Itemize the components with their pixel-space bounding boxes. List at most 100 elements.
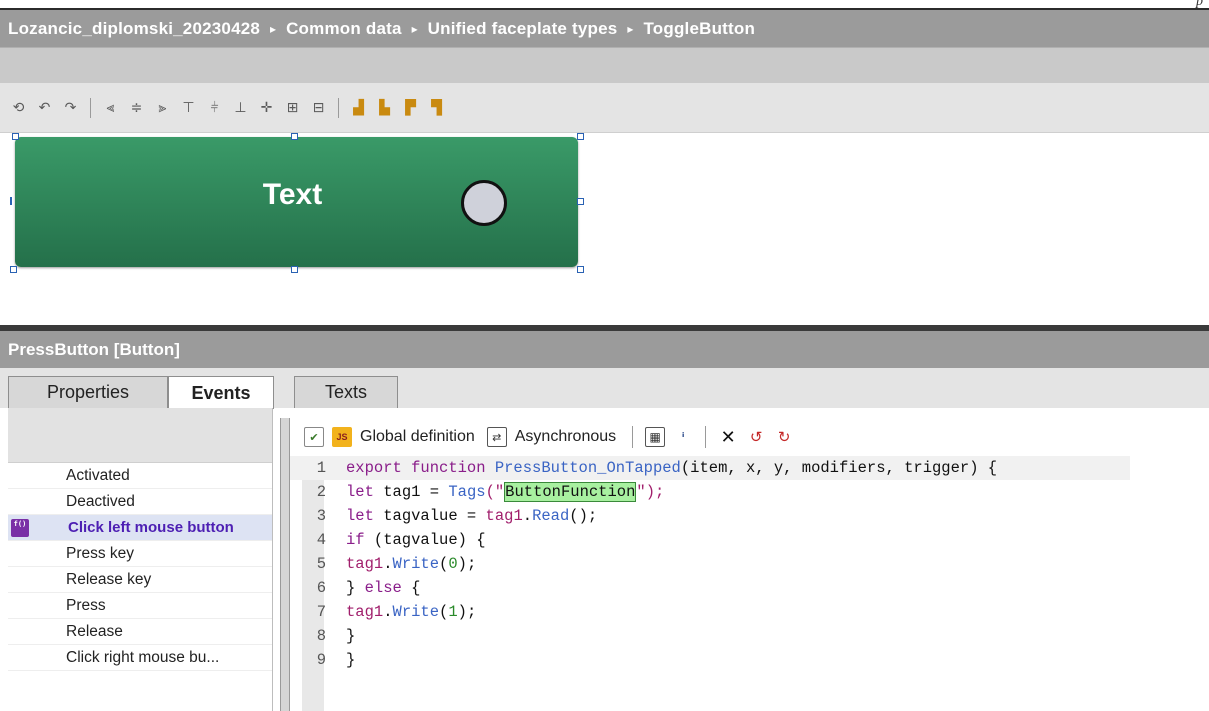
code-line[interactable]: 8 } (290, 624, 356, 648)
event-item-press-key[interactable]: Press key (8, 541, 272, 567)
script-toolbar: ✔ JS Global definition ⇄ Asynchronous ▦ … (290, 418, 1209, 456)
line-number: 2 (316, 483, 326, 501)
code-line[interactable]: 9 } (290, 648, 356, 672)
event-item-click-right-mouse-button[interactable]: Click right mouse bu... (8, 645, 272, 671)
code-text: . (522, 507, 533, 525)
script-function-icon: f() (11, 519, 29, 537)
code-line[interactable]: 3 let tagvalue = tag1. Read (); (290, 504, 598, 528)
code-text: ( (439, 603, 449, 621)
breadcrumb-item-project[interactable]: Lozancic_diplomski_20230428 (8, 19, 260, 39)
line-number: 6 (316, 579, 326, 597)
editor-tab-strip (0, 47, 1209, 83)
line-number: 8 (316, 627, 326, 645)
line-number: 4 (316, 531, 326, 549)
code-line[interactable]: 1 export function PressButton_OnTapped (i… (290, 456, 1130, 480)
event-item-release[interactable]: Release (8, 619, 272, 645)
send-backward-icon[interactable]: ▜ (428, 99, 445, 116)
code-text: } (346, 651, 356, 669)
code-text: (" (485, 483, 505, 501)
code-line[interactable]: 7 tag1. Write(1); (290, 600, 477, 624)
delete-icon[interactable]: ✕ (718, 427, 738, 447)
resize-handle[interactable] (12, 133, 19, 140)
resize-handle[interactable] (577, 198, 584, 205)
align-center-icon[interactable]: ≑ (128, 99, 145, 116)
line-number: 3 (316, 507, 326, 525)
global-definition-button[interactable]: Global definition (360, 428, 475, 446)
code-text: (); (569, 507, 598, 525)
toolbar-divider (632, 426, 634, 448)
inspector-header: PressButton [Button] (0, 331, 1209, 368)
tab-texts[interactable]: Texts (294, 376, 398, 408)
syntax-check-icon[interactable]: ✔ (304, 427, 324, 447)
code-line[interactable]: 5 tag1. Write(0); (290, 552, 477, 576)
breadcrumb-item-togglebutton[interactable]: ToggleButton (643, 19, 755, 39)
asynchronous-button[interactable]: Asynchronous (515, 428, 616, 446)
toolbar-divider (705, 426, 707, 448)
code-function: PressButton_OnTapped (494, 459, 681, 477)
convert-to-function-icon[interactable]: ↺ (746, 427, 766, 447)
align-right-icon[interactable]: ⫸ (154, 99, 171, 116)
bring-to-front-icon[interactable]: ▟ (350, 99, 367, 116)
code-number: 1 (448, 603, 458, 621)
send-to-back-icon[interactable]: ▙ (376, 99, 393, 116)
resize-handle[interactable] (10, 197, 12, 205)
event-item-label: Click left mouse button (68, 519, 234, 536)
event-item-release-key[interactable]: Release key (8, 567, 272, 593)
panel-splitter[interactable] (280, 418, 290, 711)
code-function: Write (392, 555, 440, 573)
toolbar-divider (338, 97, 339, 118)
event-item-activated[interactable]: Activated (8, 463, 272, 489)
event-item-click-left-mouse-button[interactable]: f() Click left mouse button (8, 515, 272, 541)
code-variable: tag1 (346, 555, 384, 573)
center-icon[interactable]: ✛ (258, 99, 275, 116)
remove-function-icon[interactable]: ↻ (774, 427, 794, 447)
code-keyword: let (346, 507, 384, 525)
resize-handle[interactable] (577, 266, 584, 273)
script-editor[interactable]: 1 export function PressButton_OnTapped (i… (290, 456, 1209, 711)
tab-properties[interactable]: Properties (8, 376, 168, 408)
insert-tag-icon[interactable]: ⁱ (673, 427, 693, 447)
alignment-toolbar: ⟲ ↶ ↷ ⫷ ≑ ⫸ ⊤ ⫩ ⊥ ✛ ⊞ ⊟ ▟ ▙ ▛ ▜ (0, 83, 1209, 133)
code-line[interactable]: 6 } else { (290, 576, 421, 600)
align-left-icon[interactable]: ⫷ (102, 99, 119, 116)
event-item-press[interactable]: Press (8, 593, 272, 619)
distribute-vertical-icon[interactable]: ⊟ (310, 99, 327, 116)
inspector-title: PressButton [Button] (8, 339, 180, 359)
bring-forward-icon[interactable]: ▛ (402, 99, 419, 116)
breadcrumb: Lozancic_diplomski_20230428 ▸ Common dat… (0, 8, 1209, 47)
align-bottom-icon[interactable]: ⊥ (232, 99, 249, 116)
resize-handle[interactable] (291, 266, 298, 273)
rotate-left-icon[interactable]: ↶ (36, 99, 53, 116)
breadcrumb-separator-icon: ▸ (411, 21, 418, 36)
breadcrumb-item-common-data[interactable]: Common data (286, 19, 402, 39)
rotate-right-icon[interactable]: ↷ (62, 99, 79, 116)
code-string-highlight: ButtonFunction (504, 482, 637, 502)
code-keyword: if (346, 531, 374, 549)
breadcrumb-item-faceplate-types[interactable]: Unified faceplate types (428, 19, 618, 39)
tab-events[interactable]: Events (168, 376, 274, 409)
code-text: (tagvalue) { (373, 531, 486, 549)
code-line[interactable]: 4 if (tagvalue) { (290, 528, 486, 552)
code-line[interactable]: 2 let tag1 = Tags (" ButtonFunction "); (290, 480, 664, 504)
snippets-icon[interactable]: ▦ (645, 427, 666, 447)
resize-handle[interactable] (577, 133, 584, 140)
line-number: 1 (316, 459, 326, 477)
code-keyword: else (364, 579, 412, 597)
line-number: 9 (316, 651, 326, 669)
inspector-tabs: Properties Events Texts (0, 368, 1209, 409)
rotate-icon[interactable]: ⟲ (10, 99, 27, 116)
code-text: ( (439, 555, 449, 573)
resize-handle[interactable] (10, 266, 17, 273)
breadcrumb-separator-icon: ▸ (270, 21, 277, 36)
code-function: Tags (448, 483, 486, 501)
distribute-horizontal-icon[interactable]: ⊞ (284, 99, 301, 116)
align-top-icon[interactable]: ⊤ (180, 99, 197, 116)
design-canvas[interactable]: Text (0, 133, 1209, 325)
resize-handle[interactable] (291, 133, 298, 140)
code-function: Write (392, 603, 440, 621)
align-middle-icon[interactable]: ⫩ (206, 99, 223, 116)
code-text: "); (636, 483, 665, 501)
event-item-deactived[interactable]: Deactived (8, 489, 272, 515)
code-keyword: let (346, 483, 384, 501)
js-global-definition-icon: JS (332, 427, 352, 447)
